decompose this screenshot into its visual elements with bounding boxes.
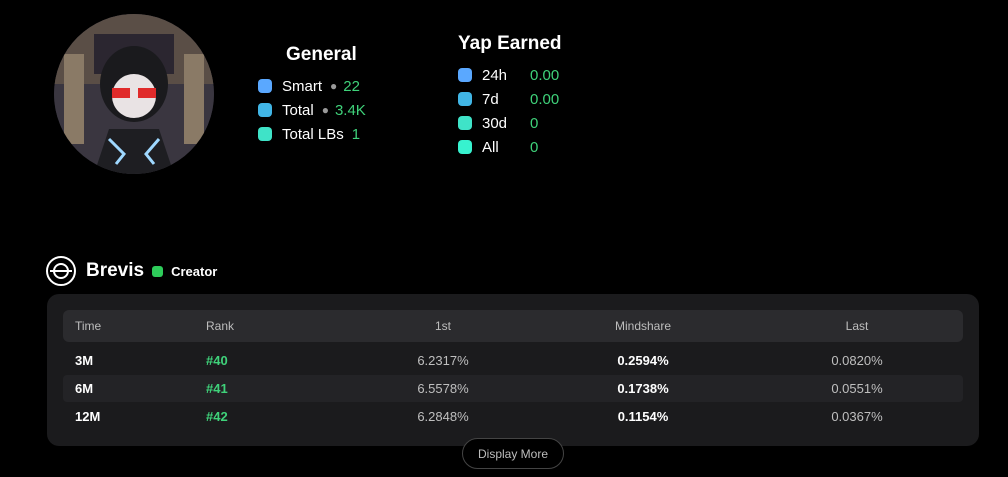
- general-row-total: Total ● 3.4K: [258, 98, 366, 122]
- stat-label: All: [482, 138, 499, 156]
- general-row-smart: Smart ● 22: [258, 74, 366, 98]
- display-more-button[interactable]: Display More: [462, 438, 564, 469]
- cell-last: 0.0820%: [831, 353, 883, 368]
- profile-avatar: [54, 14, 214, 174]
- cell-rank: #40: [206, 353, 228, 368]
- general-stats: General Smart ● 22 Total ● 3.4K Total LB…: [258, 44, 366, 146]
- cell-time: 12M: [75, 409, 101, 424]
- stat-value: 0: [530, 138, 539, 156]
- yap-row-24h: 24h 0.00: [458, 63, 562, 87]
- yap-title: Yap Earned: [458, 33, 562, 54]
- person-icon: ●: [330, 79, 338, 93]
- total-lbs-dot: [258, 127, 272, 141]
- cell-time: 3M: [75, 353, 94, 368]
- stat-value: 0.00: [530, 66, 560, 84]
- cell-rank: #42: [206, 409, 228, 424]
- general-row-total-lbs: Total LBs 1: [258, 122, 366, 146]
- brevis-logo-icon: [46, 256, 76, 286]
- header-time: Time: [75, 319, 102, 333]
- mindshare-table: Time Rank 1st Mindshare Last 3M #40 6.23…: [47, 294, 979, 446]
- dot-7d: [458, 92, 472, 106]
- cell-rank: #41: [206, 381, 228, 396]
- table-header: Time Rank 1st Mindshare Last: [63, 310, 963, 342]
- stat-label: Smart: [282, 77, 323, 95]
- yap-earned-stats: Yap Earned 24h 0.00 7d 0.00 30d 0 All 0: [458, 33, 562, 159]
- project-header: Brevis Creator: [46, 256, 217, 286]
- project-name[interactable]: Brevis: [86, 260, 144, 282]
- cell-last: 0.0551%: [831, 381, 883, 396]
- table-row: 6M #41 6.5578% 0.1738% 0.0551%: [63, 375, 963, 402]
- table-row: 12M #42 6.2848% 0.1154% 0.0367%: [63, 403, 963, 430]
- cell-mindshare: 0.2594%: [617, 353, 669, 368]
- stat-value: 3.4K: [334, 101, 366, 119]
- dot-30d: [458, 116, 472, 130]
- smart-dot: [258, 79, 272, 93]
- stat-label: Total LBs: [282, 125, 344, 143]
- cell-mindshare: 0.1154%: [617, 409, 669, 424]
- stat-value: 1: [351, 125, 361, 143]
- cell-last: 0.0367%: [831, 409, 883, 424]
- stat-label: 7d: [482, 90, 499, 108]
- stat-label: 30d: [482, 114, 508, 132]
- creator-badge: Creator: [171, 263, 218, 279]
- header-mindshare: Mindshare: [614, 319, 672, 333]
- creator-status-dot: [152, 265, 164, 277]
- yap-row-30d: 30d 0: [458, 111, 562, 135]
- table-row: 3M #40 6.2317% 0.2594% 0.0820%: [63, 347, 963, 374]
- stat-value: 0.00: [530, 90, 560, 108]
- yap-row-7d: 7d 0.00: [458, 87, 562, 111]
- header-last: Last: [845, 319, 869, 333]
- cell-time: 6M: [75, 381, 94, 396]
- dot-24h: [458, 68, 472, 82]
- cell-mindshare: 0.1738%: [617, 381, 669, 396]
- stat-value: 0: [530, 114, 539, 132]
- yap-row-all: All 0: [458, 135, 562, 159]
- stat-value: 22: [343, 77, 360, 95]
- dot-all: [458, 140, 472, 154]
- header-rank: Rank: [206, 319, 235, 333]
- stat-label: Total: [282, 101, 314, 119]
- total-dot: [258, 103, 272, 117]
- general-title: General: [286, 44, 357, 65]
- stat-label: 24h: [482, 66, 508, 84]
- person-icon: ●: [321, 103, 329, 117]
